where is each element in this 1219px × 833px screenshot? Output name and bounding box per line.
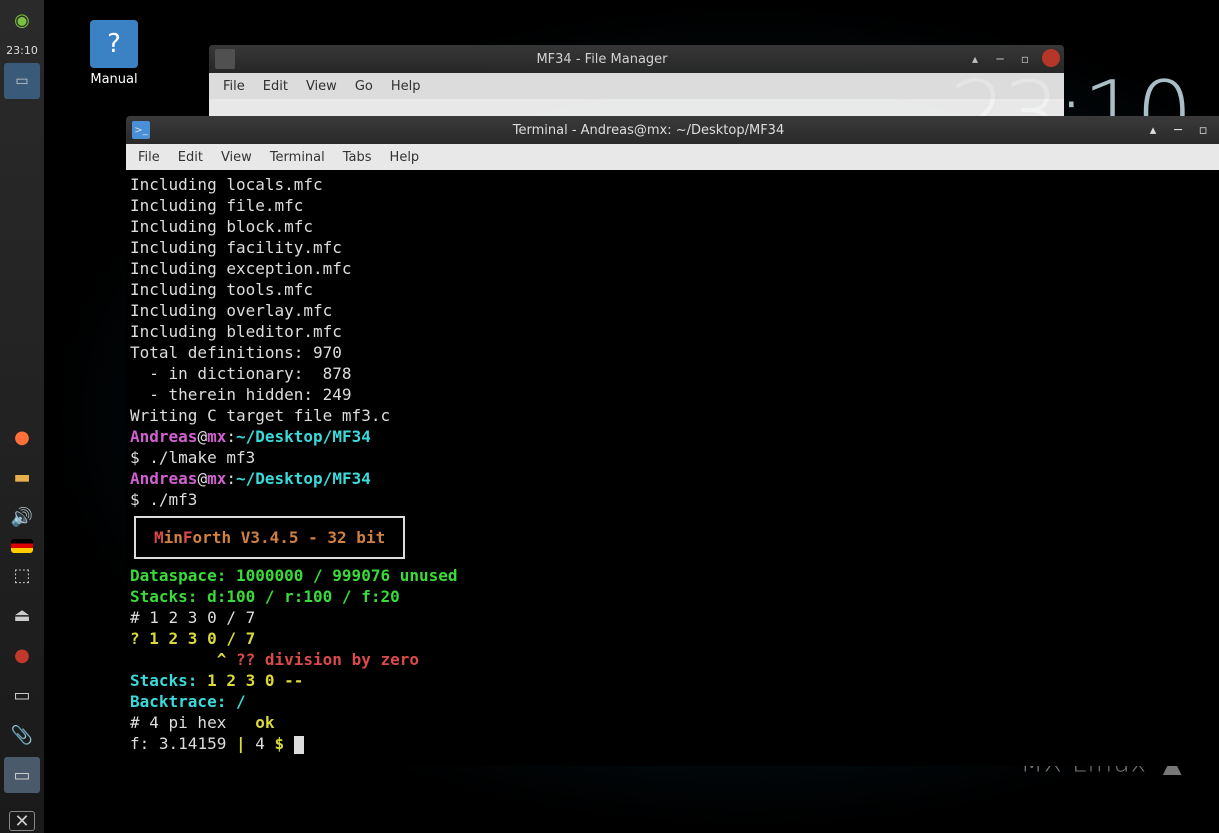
desktop-icon-label: Manual [74, 72, 154, 87]
desktop[interactable]: ? Manual 23:10 Wednesday January 20 mem … [44, 0, 1219, 833]
fm-menubar: File Edit View Go Help [209, 73, 1064, 99]
term-line: Including block.mfc [130, 217, 313, 236]
firefox-icon[interactable]: ● [4, 419, 40, 455]
term-line: Including exception.mfc [130, 259, 352, 278]
record-icon[interactable]: ● [4, 637, 40, 673]
eject-icon[interactable]: ⏏ [4, 597, 40, 633]
term-command: ./lmake mf3 [149, 448, 255, 467]
maximize-button[interactable]: ▫ [1013, 49, 1037, 69]
prompt-symbol: $ [130, 448, 149, 467]
prompt-path: ~/Desktop/MF34 [236, 427, 371, 446]
term-line: - in dictionary: 878 [130, 364, 352, 383]
term-menubar: File Edit View Terminal Tabs Help [126, 144, 1219, 170]
term-titlebar[interactable]: >_ Terminal - Andreas@mx: ~/Desktop/MF34… [126, 116, 1219, 144]
menu-file[interactable]: File [223, 79, 245, 94]
menu-help[interactable]: Help [390, 150, 420, 165]
volume-icon[interactable]: 🔊 [4, 499, 40, 535]
fm-title: MF34 - File Manager [241, 52, 963, 67]
minforth-banner: MinForth V3.4.5 - 32 bit [134, 516, 405, 559]
rollup-button[interactable]: ▴ [963, 49, 987, 69]
clipboard-icon[interactable]: ▭ [4, 677, 40, 713]
files-icon[interactable]: ▬ [4, 459, 40, 495]
term-title: Terminal - Andreas@mx: ~/Desktop/MF34 [156, 123, 1141, 138]
term-line: Backtrace: / [130, 692, 246, 711]
package-icon[interactable]: ⬚ [4, 557, 40, 593]
show-desktop-icon[interactable]: ✕ [9, 811, 35, 831]
term-line: Stacks: d:100 / r:100 / f:20 [130, 587, 400, 606]
terminal-output[interactable]: Including locals.mfc Including file.mfc … [126, 170, 1219, 766]
term-line: Writing C target file mf3.c [130, 406, 390, 425]
system-panel: ◉ 23:10 ▭ ● ▬ 🔊 ⬚ ⏏ ● ▭ 📎 ▭ ✕ [0, 0, 44, 833]
desktop-icon-manual[interactable]: ? Manual [74, 20, 154, 87]
attach-icon[interactable]: 📎 [4, 717, 40, 753]
menu-view[interactable]: View [306, 79, 337, 94]
term-line: Including file.mfc [130, 196, 303, 215]
menu-help[interactable]: Help [391, 79, 421, 94]
menu-file[interactable]: File [138, 150, 160, 165]
term-command: ./mf3 [149, 490, 197, 509]
term-input: 1 2 3 0 / 7 [149, 608, 255, 627]
fm-titlebar[interactable]: MF34 - File Manager ▴ ─ ▫ [209, 45, 1064, 73]
term-line: Including locals.mfc [130, 175, 323, 194]
minimize-button[interactable]: ─ [1166, 120, 1190, 140]
term-line: Dataspace: 1000000 / 999076 unused [130, 566, 458, 585]
menu-view[interactable]: View [221, 150, 252, 165]
term-line: Total definitions: 970 [130, 343, 342, 362]
term-input: 1 2 3 0 / 7 [149, 629, 255, 648]
error-message: division by zero [255, 650, 419, 669]
start-menu-icon[interactable]: ◉ [4, 2, 40, 38]
terminal-window[interactable]: >_ Terminal - Andreas@mx: ~/Desktop/MF34… [126, 116, 1219, 766]
menu-edit[interactable]: Edit [263, 79, 288, 94]
term-line: Including tools.mfc [130, 280, 313, 299]
terminal-icon: >_ [132, 121, 150, 139]
help-icon: ? [90, 20, 138, 68]
close-button[interactable] [1042, 49, 1060, 67]
minimize-button[interactable]: ─ [988, 49, 1012, 69]
term-line: Including overlay.mfc [130, 301, 332, 320]
menu-edit[interactable]: Edit [178, 150, 203, 165]
keyboard-layout-icon[interactable] [11, 539, 33, 553]
term-line: Including facility.mfc [130, 238, 342, 257]
folder-icon [215, 49, 235, 69]
task-terminal-icon[interactable]: ▭ [4, 63, 40, 99]
maximize-button[interactable]: ▫ [1191, 120, 1215, 140]
task-terminal2-icon[interactable]: ▭ [4, 757, 40, 793]
menu-go[interactable]: Go [355, 79, 373, 94]
term-line: Including bleditor.mfc [130, 322, 342, 341]
rollup-button[interactable]: ▴ [1141, 120, 1165, 140]
prompt-user: Andreas [130, 427, 197, 446]
panel-clock: 23:10 [6, 44, 38, 57]
menu-terminal[interactable]: Terminal [270, 150, 325, 165]
menu-tabs[interactable]: Tabs [343, 150, 372, 165]
term-line: - therein hidden: 249 [130, 385, 352, 404]
terminal-cursor [294, 736, 304, 754]
